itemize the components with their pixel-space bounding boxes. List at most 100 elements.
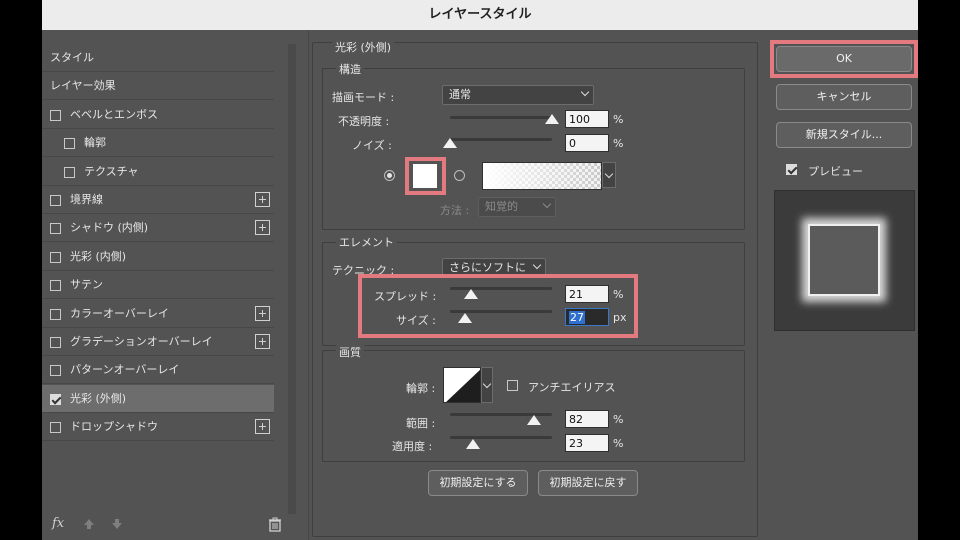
reset-default-button[interactable]: 初期設定に戻す xyxy=(538,470,638,496)
add-effect-icon[interactable] xyxy=(255,305,270,321)
panel-divider xyxy=(308,30,309,540)
add-effect-icon[interactable] xyxy=(255,192,270,207)
make-default-button[interactable]: 初期設定にする xyxy=(428,470,528,496)
method-value: 知覚的 xyxy=(485,200,518,213)
style-list-item[interactable]: ドロップシャドウ xyxy=(42,413,274,442)
style-checkbox[interactable] xyxy=(50,251,61,263)
layer-style-dialog: レイヤースタイル スタイル レイヤー効果 ベベルとエンボス 輪郭 テクスチャ 境界線 シャド… xyxy=(42,0,918,540)
gradient-dropdown-chevron[interactable] xyxy=(602,162,616,188)
style-checkbox[interactable] xyxy=(50,422,61,434)
style-checkbox[interactable] xyxy=(50,109,61,121)
style-list-scrollbar[interactable] xyxy=(288,44,296,514)
ok-button[interactable]: OK xyxy=(776,46,912,72)
style-checkbox[interactable] xyxy=(50,195,61,206)
style-list-label: サテン xyxy=(70,278,103,292)
noise-input[interactable]: 0 xyxy=(565,134,609,152)
opacity-input[interactable]: 100 xyxy=(565,110,609,128)
antialias-checkbox[interactable] xyxy=(507,380,518,391)
opacity-slider-thumb[interactable] xyxy=(545,114,559,124)
gradient-preview[interactable] xyxy=(482,162,602,190)
style-list-label: パターンオーバーレイ xyxy=(70,363,180,377)
range-slider-thumb[interactable] xyxy=(526,415,541,425)
blend-mode-select[interactable]: 通常 xyxy=(442,85,594,105)
trash-icon[interactable] xyxy=(268,517,282,532)
style-list-label: レイヤー効果 xyxy=(50,79,116,93)
style-list-item[interactable]: グラデーションオーバーレイ xyxy=(42,328,274,356)
style-list-item[interactable]: レイヤー効果 xyxy=(42,72,274,101)
gradient-radio[interactable] xyxy=(454,170,465,181)
jitter-slider-track[interactable] xyxy=(450,436,552,439)
style-list-item[interactable]: パターンオーバーレイ xyxy=(42,356,274,385)
style-checkbox[interactable] xyxy=(50,337,61,348)
cancel-button[interactable]: キャンセル xyxy=(776,84,912,110)
style-list-item[interactable]: 輪郭 xyxy=(42,129,274,158)
opacity-slider-track[interactable] xyxy=(450,116,552,119)
opacity-unit: % xyxy=(613,113,624,126)
style-checkbox[interactable] xyxy=(50,393,61,405)
style-list-item[interactable]: カラーオーバーレイ xyxy=(42,300,274,328)
method-select[interactable]: 知覚的 xyxy=(478,197,556,217)
style-list-item[interactable]: スタイル xyxy=(42,44,274,72)
contour-dropdown-chevron[interactable] xyxy=(481,367,493,403)
antialias-label: アンチエイリアス xyxy=(528,381,616,394)
style-list-item[interactable]: 光彩 (外側) xyxy=(42,384,274,413)
structure-legend: 構造 xyxy=(336,61,364,77)
noise-label: ノイズ : xyxy=(352,139,392,152)
style-list-label: シャドウ (内側) xyxy=(70,221,149,235)
jitter-unit: % xyxy=(613,437,624,450)
quality-group xyxy=(322,350,745,462)
style-checkbox[interactable] xyxy=(50,365,61,377)
chevron-down-icon xyxy=(532,260,542,270)
glow-color-swatch[interactable] xyxy=(413,164,437,188)
style-checkbox[interactable] xyxy=(50,223,61,235)
style-checkbox[interactable] xyxy=(50,308,61,320)
style-list-label: 光彩 (外側) xyxy=(70,391,127,405)
arrow-down-icon[interactable] xyxy=(110,518,124,532)
preview-label: プレビュー xyxy=(808,165,863,178)
style-list: スタイルレイヤー効果ベベルとエンボス 輪郭テクスチャ境界線シャドウ (内側) 光彩 … xyxy=(42,44,274,540)
blend-mode-value: 通常 xyxy=(449,88,471,101)
spread-slider-thumb[interactable] xyxy=(464,289,479,299)
jitter-input[interactable]: 23 xyxy=(565,434,609,452)
dialog-actions: OK キャンセル 新規スタイル... プレビュー xyxy=(770,30,918,540)
contour-preview[interactable] xyxy=(443,367,481,403)
solid-color-radio[interactable] xyxy=(384,170,395,181)
noise-slider-thumb[interactable] xyxy=(443,138,457,148)
style-list-item[interactable]: ベベルとエンボス xyxy=(42,101,274,129)
method-label: 方法 : xyxy=(440,204,470,217)
add-effect-icon[interactable] xyxy=(255,419,270,435)
size-label: サイズ : xyxy=(396,314,436,327)
spread-label: スプレッド : xyxy=(374,290,437,303)
style-list-item[interactable]: 光彩 (内側) xyxy=(42,243,274,271)
style-list-label: 光彩 (内側) xyxy=(70,249,127,263)
style-list-item[interactable]: テクスチャ xyxy=(42,158,274,186)
preview-checkbox[interactable] xyxy=(786,164,797,175)
style-list-footer: fx xyxy=(42,510,287,540)
style-list-label: グラデーションオーバーレイ xyxy=(70,335,213,348)
style-list-item[interactable]: サテン xyxy=(42,271,274,300)
style-list-label: 境界線 xyxy=(70,193,103,206)
opacity-label: 不透明度 : xyxy=(338,115,390,128)
style-preview xyxy=(774,190,915,331)
technique-value: さらにソフトに xyxy=(449,261,526,274)
new-style-button[interactable]: 新規スタイル... xyxy=(776,122,912,148)
size-slider-thumb[interactable] xyxy=(458,313,473,323)
add-effect-icon[interactable] xyxy=(255,220,270,236)
style-list-item[interactable]: 境界線 xyxy=(42,186,274,214)
jitter-slider-thumb[interactable] xyxy=(466,439,481,449)
add-effect-icon[interactable] xyxy=(255,334,270,349)
style-checkbox[interactable] xyxy=(64,138,75,150)
fx-icon[interactable]: fx xyxy=(52,516,64,531)
spread-unit: % xyxy=(613,288,624,301)
spread-input[interactable]: 21 xyxy=(565,285,609,303)
style-list-label: テクスチャ xyxy=(84,164,139,178)
style-list-item[interactable]: シャドウ (内側) xyxy=(42,214,274,243)
size-input[interactable]: 27 xyxy=(565,308,609,326)
style-list-label: ドロップシャドウ xyxy=(70,420,158,434)
arrow-up-icon[interactable] xyxy=(82,518,96,532)
range-input[interactable]: 82 xyxy=(565,410,609,428)
style-checkbox[interactable] xyxy=(64,166,75,178)
noise-slider-track[interactable] xyxy=(450,138,552,141)
style-checkbox[interactable] xyxy=(50,280,61,292)
style-list-label: スタイル xyxy=(50,51,94,64)
